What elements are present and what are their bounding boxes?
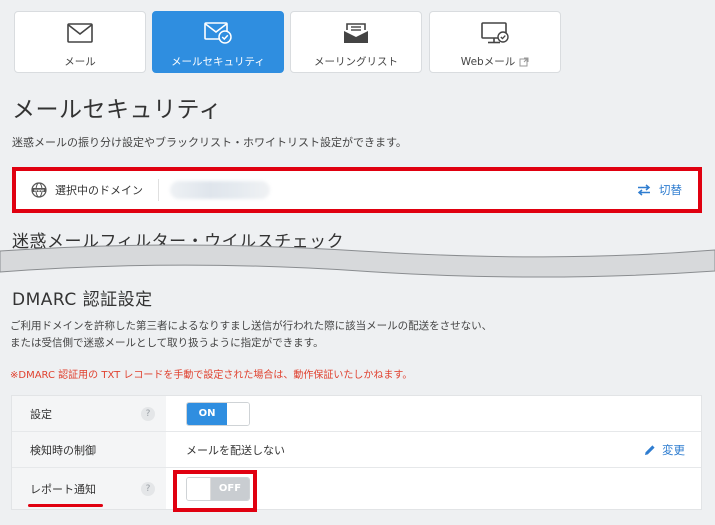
toggle-off-label: OFF: [211, 477, 249, 500]
domain-name-blurred: [170, 181, 270, 199]
tab-mailing-list[interactable]: メーリングリスト: [290, 11, 422, 73]
dmarc-description-line: ご利用ドメインを許称した第三者によるなりすまし送信が行われた際に該当メールの配送…: [10, 320, 493, 332]
settings-row-enable: 設定 ? ON: [12, 396, 701, 432]
toggle-knob: [187, 477, 211, 500]
domain-selector-bar: www 選択中のドメイン 切替: [16, 170, 698, 210]
envelope-shield-icon: [204, 22, 232, 44]
dmarc-section-title: DMARC 認証設定: [12, 290, 153, 310]
tab-label: メール: [64, 56, 96, 68]
dmarc-warning: ※DMARC 認証用の TXT レコードを手動で設定された場合は、動作保証いたし…: [10, 370, 413, 381]
setting-key: 設定: [30, 407, 52, 421]
settings-row-detection-control: 検知時の制御 メールを配送しない 変更: [12, 432, 701, 468]
divider: [158, 179, 159, 201]
edit-button[interactable]: 変更: [644, 442, 685, 458]
omission-divider: [0, 244, 715, 278]
settings-row-report-notification: レポート通知 ? OFF: [12, 468, 701, 509]
external-link-icon: [519, 57, 529, 66]
pencil-icon: [645, 444, 655, 455]
webmail-monitor-icon: [481, 22, 509, 44]
tab-label: メールセキュリティ: [171, 56, 265, 68]
tab-label: メーリングリスト: [314, 56, 398, 68]
mailing-list-icon: [343, 22, 369, 44]
page-title: メールセキュリティ: [12, 97, 223, 123]
report-notification-toggle[interactable]: OFF: [186, 476, 250, 501]
setting-key: レポート通知: [30, 482, 96, 496]
swap-arrows-icon: [637, 184, 651, 196]
envelope-icon: [67, 22, 93, 44]
dmarc-settings-table: 設定 ? ON 検知時の制御 メールを配送しない 変更 レポート通知 ? OFF: [11, 395, 702, 510]
toggle-on-label: ON: [187, 402, 227, 425]
setting-key: 検知時の制御: [30, 443, 96, 457]
page-description: 迷惑メールの振り分け設定やブラックリスト・ホワイトリスト設定ができます。: [12, 136, 407, 149]
tab-webmail[interactable]: Webメール: [429, 11, 561, 73]
svg-text:www: www: [34, 188, 45, 192]
setting-value: メールを配送しない: [186, 443, 285, 457]
dmarc-enable-toggle[interactable]: ON: [186, 401, 250, 426]
globe-www-icon: www: [31, 182, 47, 198]
help-icon[interactable]: ?: [141, 406, 155, 421]
switch-label: 切替: [659, 183, 682, 197]
switch-domain-button[interactable]: 切替: [637, 182, 682, 198]
highlight-underline-report: [28, 504, 103, 507]
edit-label: 変更: [662, 442, 685, 457]
tab-label: Webメール: [460, 56, 516, 68]
selected-domain-label: 選択中のドメイン: [55, 184, 143, 197]
dmarc-description-line: または受信側で迷惑メールとして取り扱うように指定ができます。: [10, 337, 324, 349]
tab-mail-security[interactable]: メールセキュリティ: [152, 11, 284, 73]
toggle-knob: [227, 402, 249, 425]
tab-mail[interactable]: メール: [14, 11, 146, 73]
dmarc-description: ご利用ドメインを許称した第三者によるなりすまし送信が行われた際に該当メールの配送…: [10, 318, 492, 352]
help-icon[interactable]: ?: [141, 481, 155, 496]
